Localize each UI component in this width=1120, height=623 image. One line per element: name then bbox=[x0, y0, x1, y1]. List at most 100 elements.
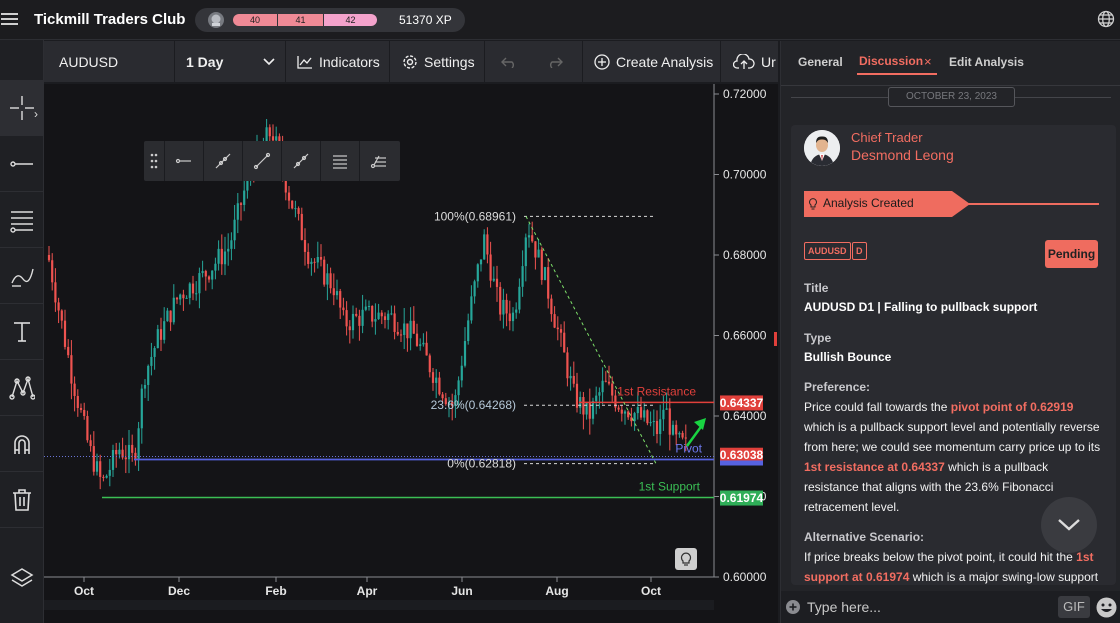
candle-body bbox=[524, 237, 527, 267]
candle-body bbox=[63, 320, 67, 347]
candle-body bbox=[204, 271, 207, 277]
candle-body bbox=[230, 240, 233, 249]
draw-ray-button[interactable] bbox=[203, 141, 242, 181]
candle-body bbox=[383, 316, 387, 320]
candle-body bbox=[559, 329, 563, 333]
candle-body bbox=[515, 309, 518, 313]
close-tab-icon[interactable]: × bbox=[924, 54, 932, 69]
emoji-icon[interactable] bbox=[1096, 597, 1117, 618]
candle-body bbox=[153, 348, 156, 357]
price-chart[interactable]: 0.720000.700000.680000.660000.640000.620… bbox=[44, 84, 778, 623]
candle-body bbox=[377, 312, 380, 320]
redo-icon[interactable] bbox=[547, 56, 563, 68]
candle-body bbox=[175, 297, 179, 300]
upload-button[interactable]: Ur bbox=[721, 41, 778, 83]
y-tick-label: 0.66000 bbox=[723, 329, 767, 343]
draw-channel-button[interactable] bbox=[320, 141, 359, 181]
pattern-tool[interactable] bbox=[0, 360, 44, 416]
create-analysis-button[interactable]: Create Analysis bbox=[583, 41, 721, 83]
message-input[interactable] bbox=[807, 597, 1047, 617]
draw-hline-button[interactable] bbox=[164, 141, 203, 181]
pending-status-button[interactable]: Pending bbox=[1045, 240, 1098, 268]
candle-body bbox=[233, 219, 236, 241]
symbol-selector[interactable]: AUDUSD bbox=[44, 41, 175, 83]
panel-tabs: General Discussion × Edit Analysis bbox=[781, 41, 1120, 86]
candle-body bbox=[118, 449, 121, 455]
candle-body bbox=[156, 329, 159, 349]
draw-trendline-button[interactable] bbox=[242, 141, 281, 181]
type-value: Bullish Bounce bbox=[804, 350, 892, 364]
drag-handle-icon[interactable] bbox=[144, 141, 164, 181]
tab-edit-analysis[interactable]: Edit Analysis bbox=[949, 55, 1024, 69]
tab-general[interactable]: General bbox=[798, 55, 843, 69]
delete-tool[interactable] bbox=[0, 472, 44, 528]
candle-body bbox=[89, 440, 92, 447]
brush-tool[interactable] bbox=[0, 248, 44, 304]
candle-body bbox=[319, 256, 323, 260]
candle-body bbox=[425, 342, 428, 356]
candle-body bbox=[105, 475, 108, 478]
candle-body bbox=[47, 255, 51, 261]
draw-extended-button[interactable] bbox=[281, 141, 320, 181]
channel-icon bbox=[333, 155, 347, 169]
floating-drawing-bar bbox=[144, 141, 400, 181]
candle-body bbox=[179, 294, 182, 300]
price-tag-label: 0.64337 bbox=[720, 396, 764, 410]
candle-body bbox=[655, 420, 659, 434]
panel-splitter-handle bbox=[774, 332, 777, 346]
level-prev: 40 bbox=[233, 14, 277, 26]
settings-button[interactable]: Settings bbox=[390, 41, 485, 83]
lightbulb-button[interactable] bbox=[675, 548, 697, 570]
candle-body bbox=[550, 298, 553, 315]
magnet-tool[interactable] bbox=[0, 416, 44, 472]
y-tick-label: 0.72000 bbox=[723, 87, 767, 101]
fibonacci-tool[interactable] bbox=[0, 192, 44, 248]
chevron-right-icon[interactable]: › bbox=[34, 107, 38, 121]
candle-body bbox=[438, 377, 441, 395]
candle-body bbox=[166, 310, 169, 322]
candle-body bbox=[223, 251, 227, 265]
candle-body bbox=[220, 248, 223, 265]
plus-circle-icon[interactable] bbox=[785, 599, 801, 615]
horizontal-line-tool[interactable] bbox=[0, 136, 44, 192]
undo-icon[interactable] bbox=[501, 56, 517, 68]
candle-body bbox=[508, 313, 511, 322]
candle-body bbox=[563, 332, 566, 353]
x-tick-label: Dec bbox=[168, 584, 190, 598]
layers-icon bbox=[10, 568, 34, 587]
candle-body bbox=[585, 401, 588, 415]
draw-fib-button[interactable] bbox=[359, 141, 398, 181]
plus-circle-icon bbox=[594, 54, 610, 70]
price-tag-label: 0.63038 bbox=[720, 448, 764, 462]
hamburger-menu-icon[interactable] bbox=[0, 10, 20, 30]
candle-body bbox=[297, 208, 300, 214]
candle-body bbox=[399, 334, 403, 336]
layers-tool[interactable] bbox=[0, 550, 44, 606]
candle-body bbox=[300, 213, 303, 240]
candle-body bbox=[467, 320, 470, 342]
scroll-down-button[interactable] bbox=[1041, 497, 1097, 553]
analysis-card: Chief Trader Desmond Leong Analysis Crea… bbox=[791, 125, 1116, 585]
timeframe-dropdown[interactable]: 1 Day bbox=[175, 41, 286, 83]
price-tag-label: 0.61974 bbox=[720, 491, 764, 505]
candle-body bbox=[86, 416, 89, 441]
indicators-button[interactable]: Indicators bbox=[286, 41, 390, 83]
indicators-label: Indicators bbox=[319, 54, 380, 70]
candle-body bbox=[633, 413, 636, 422]
x-tick-label: Oct bbox=[641, 584, 661, 598]
status-label: Analysis Created bbox=[823, 196, 914, 210]
candle-body bbox=[275, 136, 278, 141]
x-tick-label: Apr bbox=[357, 584, 378, 598]
candle-body bbox=[287, 192, 291, 201]
upload-label: Ur bbox=[761, 54, 776, 70]
candle-body bbox=[54, 282, 57, 303]
candle-body bbox=[217, 248, 220, 264]
text-tool[interactable] bbox=[0, 304, 44, 360]
y-tick-label: 0.70000 bbox=[723, 168, 767, 182]
globe-icon[interactable] bbox=[1097, 10, 1115, 28]
y-tick-label: 0.68000 bbox=[723, 248, 767, 262]
gif-button[interactable]: GIF bbox=[1058, 596, 1090, 618]
tab-discussion[interactable]: Discussion bbox=[859, 54, 923, 68]
alt-scenario-text: If price breaks below the pivot point, i… bbox=[804, 550, 1099, 584]
candle-body bbox=[499, 286, 502, 315]
